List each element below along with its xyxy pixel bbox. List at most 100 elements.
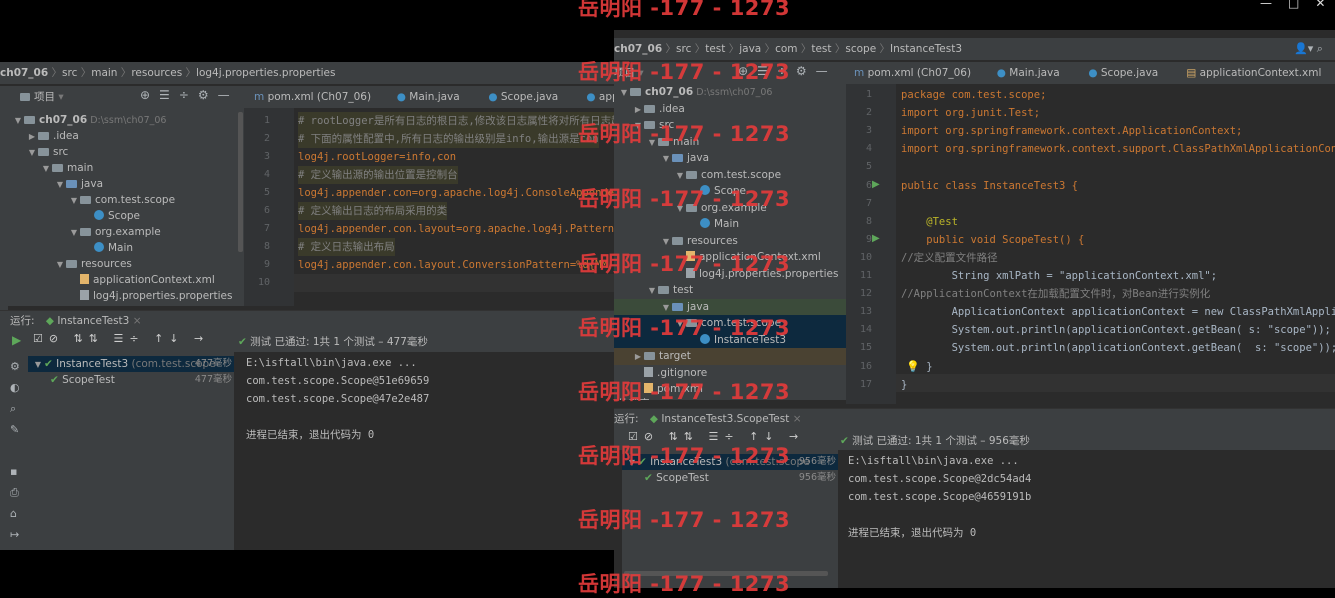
right-top-strip	[614, 30, 1335, 38]
code-line[interactable]: log4j.appender.con=org.apache.log4j.Cons…	[298, 184, 614, 202]
editor-tab[interactable]: m pom.xml (Ch07_06)	[248, 86, 377, 108]
breadcrumb-item[interactable]: InstanceTest3	[890, 43, 962, 55]
breadcrumb-item[interactable]: scope	[845, 43, 876, 55]
window-controls[interactable]: —□✕	[1260, 0, 1335, 10]
tree-item[interactable]: ▶ .idea	[26, 128, 79, 144]
code-line[interactable]: import org.springframework.context.Appli…	[901, 122, 1242, 140]
tree-item[interactable]: ▼ src	[26, 144, 68, 160]
tree-item[interactable]: ▼ com.test.scope	[674, 167, 781, 183]
properties-file-icon	[644, 366, 653, 377]
code-line[interactable]: log4j.appender.con.layout.ConversionPatt…	[298, 256, 614, 274]
tree-item[interactable]: ▶ .idea	[632, 101, 685, 117]
left-run-tab[interactable]: InstanceTest3	[57, 315, 129, 327]
code-line[interactable]: //ApplicationContext在加载配置文件时，对Bean进行实例化	[901, 285, 1210, 303]
editor-tab[interactable]: m pom.xml (Ch07_06)	[848, 62, 977, 84]
breadcrumb-item[interactable]: ch07_06	[614, 43, 662, 55]
chevron-down-icon: ▼	[676, 170, 684, 180]
breadcrumb-item[interactable]: src	[62, 67, 77, 79]
properties-file-icon	[80, 290, 89, 300]
code-line[interactable]: import org.springframework.context.suppo…	[901, 140, 1335, 158]
editor-tab[interactable]: ● Scope.java	[1082, 62, 1164, 84]
breadcrumb-item[interactable]: com	[775, 43, 797, 55]
code-line[interactable]: String xmlPath = "applicationContext.xml…	[901, 267, 1218, 285]
code-line[interactable]: System.out.println(applicationContext.ge…	[901, 321, 1331, 339]
code-line[interactable]: System.out.println(applicationContext.ge…	[901, 339, 1335, 357]
breadcrumb-item[interactable]: test	[705, 43, 725, 55]
editor-tab[interactable]: ● Scope.java	[482, 86, 564, 108]
breadcrumb-item[interactable]: test	[811, 43, 831, 55]
left-run-toggle-icons[interactable]: ☑⊘ ⇅⇅ ☰÷ ↑↓ →	[33, 332, 209, 345]
tree-item[interactable]: ▼ ch07_06 D:\ssm\ch07_06	[12, 112, 167, 128]
chevron-down-icon: ▼	[42, 164, 50, 173]
code-line[interactable]: # 定义输出日志的布局采用的类	[298, 202, 448, 220]
breadcrumb-item[interactable]: log4j.properties.properties	[196, 67, 335, 79]
class-icon: ●	[1088, 67, 1101, 79]
right-code-editor[interactable]: 1 package com.test.scope; 2 import org.juni…	[846, 84, 1335, 404]
bulb-icon[interactable]: 💡	[906, 360, 920, 373]
line-number: 12	[859, 288, 872, 300]
code-line[interactable]: public class InstanceTest3 {	[901, 177, 1078, 195]
breadcrumb-item[interactable]: java	[739, 43, 761, 55]
right-run-tab[interactable]: InstanceTest3.ScopeTest	[661, 413, 789, 425]
watermark-text: 岳明阳 -177 - 1273	[578, 444, 791, 468]
tree-item[interactable]: ▼ java	[660, 150, 709, 166]
left-breadcrumb[interactable]: ch07_06 〉src 〉main 〉resources 〉log4j.pro…	[0, 67, 336, 79]
tree-item[interactable]: ▼ java	[54, 176, 103, 192]
editor-tab[interactable]: ● applicati	[580, 86, 614, 108]
right-user-icon[interactable]: 👤▾ ⌕	[1294, 42, 1323, 56]
tree-item[interactable]: ▼test	[40, 304, 87, 306]
code-line[interactable]: ApplicationContext applicationContext = …	[901, 303, 1335, 321]
code-line[interactable]: # 定义日志输出布局	[298, 238, 395, 256]
run-gutter-icon[interactable]: ▶	[872, 233, 880, 244]
tree-item[interactable]: ▶ target	[632, 348, 691, 364]
class-icon: ●	[996, 67, 1010, 79]
left-run-side-icons[interactable]: ⚙◐⌕✎▪⎙⌂↦⊟▦	[10, 356, 20, 550]
left-panel-icons[interactable]: ⊕☰÷⚙—	[140, 88, 239, 102]
console-line: E:\isftall\bin\java.exe ...	[848, 455, 1019, 467]
tree-item[interactable]: ▼ ch07_06 D:\ssm\ch07_06	[618, 84, 773, 100]
code-line[interactable]: log4j.rootLogger=info,con	[298, 148, 456, 166]
code-line[interactable]: # 下面的属性配置中,所有日志的输出级别是info,输出源是con	[298, 130, 599, 148]
code-line[interactable]: # rootLogger是所有日志的根日志,修改该日志属性将对所有日志起作用	[298, 112, 614, 130]
left-run-play-icon[interactable]: ▶	[12, 333, 21, 347]
code-line[interactable]: package com.test.scope;	[901, 86, 1046, 104]
editor-tab[interactable]: ▤ applicationContext.xml	[1180, 62, 1327, 84]
code-line[interactable]: @Test	[901, 213, 958, 231]
left-code-editor[interactable]: 1 # rootLogger是所有日志的根日志,修改该日志属性将对所有日志起作用 2…	[244, 108, 614, 306]
tree-item[interactable]: ▼test	[646, 282, 693, 298]
code-line[interactable]: public void ScopeTest() {	[901, 231, 1084, 249]
code-line[interactable]: }	[901, 376, 907, 394]
left-project-label[interactable]: 项目 ▾	[20, 89, 64, 104]
tree-item[interactable]: ▼ org.example	[68, 224, 161, 240]
tree-item[interactable]: log4j.properties.properties	[68, 288, 232, 304]
tree-item[interactable]: Main	[688, 216, 739, 232]
editor-tab[interactable]: ● Main.java	[391, 86, 466, 108]
left-run-header: 运行: ◆ InstanceTest3 ×	[0, 310, 614, 330]
tree-item-label: Main	[714, 218, 740, 230]
breadcrumb-item[interactable]: ch07_06	[0, 67, 48, 79]
tree-item[interactable]: Main	[82, 240, 133, 256]
run-gutter-icon[interactable]: ▶	[872, 179, 880, 190]
console-line: E:\isftall\bin\java.exe ...	[246, 357, 417, 369]
code-line[interactable]: import org.junit.Test;	[901, 104, 1040, 122]
line-number: 9	[263, 259, 270, 270]
code-line[interactable]: //定义配置文件路径	[901, 249, 998, 267]
code-line[interactable]: log4j.appender.con.layout=org.apache.log…	[298, 220, 614, 238]
tree-item[interactable]: ▼ resources	[660, 233, 738, 249]
watermark-text: 岳明阳 -177 - 1273	[578, 122, 791, 146]
tree-item[interactable]: Scope	[82, 208, 140, 224]
breadcrumb-item[interactable]: main	[91, 67, 117, 79]
tree-item[interactable]: ▼ com.test.scope	[68, 192, 175, 208]
tree-item[interactable]: ▼ main	[40, 160, 93, 176]
breadcrumb-item[interactable]: resources	[131, 67, 182, 79]
left-tree-scrollbar[interactable]	[238, 112, 243, 252]
right-breadcrumb[interactable]: ch07_06 〉src 〉test 〉java 〉com 〉test 〉sco…	[614, 43, 962, 55]
code-line[interactable]: # 定义输出源的输出位置是控制台	[298, 166, 458, 184]
tree-item[interactable]: ▼ resources	[54, 256, 132, 272]
tree-item[interactable]: applicationContext.xml	[68, 272, 215, 288]
breadcrumb-item[interactable]: src	[676, 43, 691, 55]
editor-tab[interactable]: ● Main.java	[991, 62, 1066, 84]
left-sidebar-strip	[0, 86, 8, 316]
left-console-output[interactable]: E:\isftall\bin\java.exe ... com.test.scop…	[236, 352, 614, 550]
right-console-output[interactable]: E:\isftall\bin\java.exe ... com.test.scop…	[838, 450, 1335, 588]
